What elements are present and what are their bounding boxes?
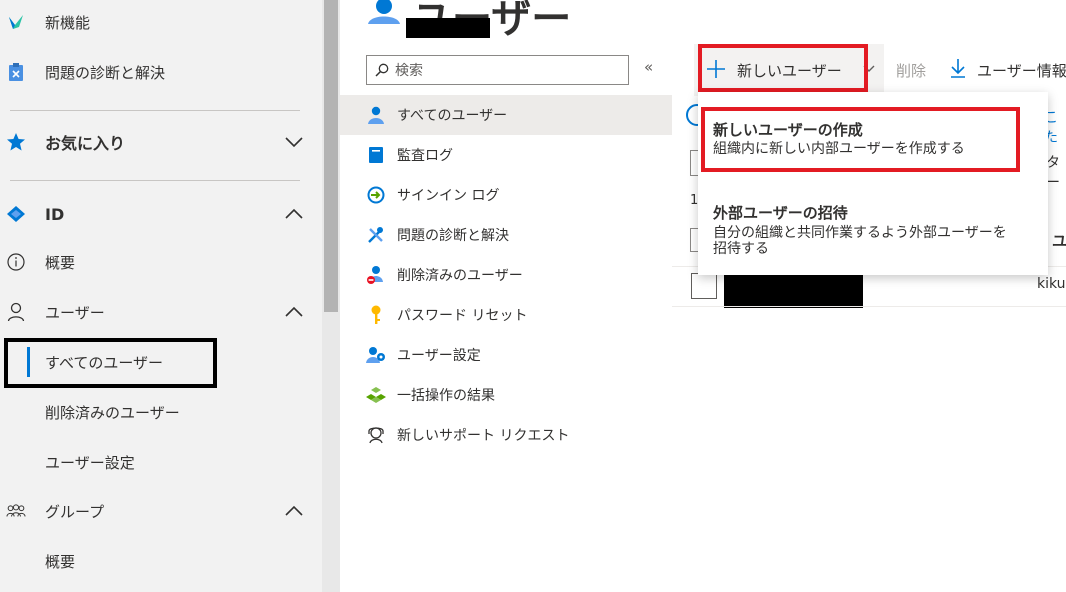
whats-new-icon [6,12,26,32]
nav-label-favorites: お気に入り [45,134,126,153]
scrollbar-thumb[interactable] [324,0,338,312]
nav-label-identity: ID [45,204,65,224]
invite-external-user-description-line1: 自分の組織と共同作業するよう外部ユーザーを [713,225,1007,241]
menu-item-diagnose[interactable]: 問題の診断と解決 [340,215,672,255]
column-header[interactable]: ユ [1052,230,1066,251]
nav-item-whats-new[interactable]: 新機能 [0,10,322,34]
group-icon [6,501,26,521]
nav-item-diagnose[interactable]: 問題の診断と解決 [0,60,322,84]
chevron-down-icon[interactable] [284,135,304,149]
key-icon [365,304,387,326]
invite-external-user-option[interactable]: 外部ユーザーの招待 [713,202,848,223]
person-icon [6,302,26,322]
user-icon [365,104,387,126]
chevron-up-icon[interactable] [284,207,304,221]
star-icon [6,132,26,152]
support-icon [365,424,387,446]
left-navigation: 新機能 問題の診断と解決 お気に入り ID 概要 ユーザー すべてのユーザー 削… [0,0,322,592]
nav-label-user-settings: ユーザー設定 [45,453,135,472]
menu-item-all-users[interactable]: すべてのユーザー [340,95,672,135]
menu-item-audit-log[interactable]: 監査ログ [340,135,672,175]
nav-label-users: ユーザー [45,303,105,322]
chevron-up-icon[interactable] [284,504,304,518]
search-placeholder: 検索 [395,63,423,79]
menu-label: 一括操作の結果 [397,388,495,404]
download-icon[interactable] [948,57,968,79]
nav-item-groups-overview[interactable]: 概要 [0,549,322,573]
download-users-button[interactable]: ユーザー情報 [977,60,1066,81]
annotation-red-box [701,107,1020,172]
annotation-red-box [698,44,868,92]
nav-label-groups: グループ [45,502,105,521]
audit-log-icon [365,144,387,166]
menu-item-bulk-operations[interactable]: 一括操作の結果 [340,375,672,415]
nav-item-identity[interactable]: ID [0,201,322,227]
redacted-tenant-name [406,18,490,38]
menu-label: すべてのユーザー [397,108,508,124]
nav-divider [10,180,300,181]
bulk-operations-icon [365,384,387,406]
annotation-box [4,338,217,388]
menu-label: 問題の診断と解決 [397,228,509,244]
wrench-icon [365,224,387,246]
menu-label: ユーザー設定 [397,348,481,364]
nav-label-diagnose: 問題の診断と解決 [45,63,166,82]
delete-button[interactable]: 削除 [896,60,926,81]
nav-label-deleted-users: 削除済みのユーザー [45,403,180,422]
menu-item-new-support-request[interactable]: 新しいサポート リクエスト [340,415,672,455]
menu-item-deleted-users[interactable]: 削除済みのユーザー [340,255,672,295]
menu-item-signin-log[interactable]: サインイン ログ [340,175,672,215]
nav-item-favorites[interactable]: お気に入り [0,129,322,155]
deleted-user-icon [365,264,387,286]
nav-label-overview: 概要 [45,253,76,272]
users-title-icon [368,0,400,24]
row-checkbox[interactable] [691,273,717,299]
nav-divider [10,110,300,111]
menu-label: 新しいサポート リクエスト [397,428,570,444]
chevron-up-icon[interactable] [284,305,304,319]
nav-item-users[interactable]: ユーザー [0,300,322,324]
identity-icon [6,204,26,224]
search-icon [375,63,389,77]
nav-label-whats-new: 新機能 [45,13,91,32]
user-settings-icon [365,344,387,366]
nav-item-overview[interactable]: 概要 [0,250,322,274]
nav-label-groups-overview: 概要 [45,552,76,571]
row-email: kiku [1037,276,1066,292]
nav-item-user-settings[interactable]: ユーザー設定 [0,450,322,474]
info-icon [6,252,26,272]
collapse-menu-button[interactable]: « [644,58,653,76]
nav-scrollbar[interactable] [322,0,340,592]
signin-log-icon [365,184,387,206]
menu-label: 監査ログ [397,148,453,164]
menu-label: パスワード リセット [397,308,528,324]
invite-external-user-description-line2: 招待する [713,241,769,257]
diagnose-icon [6,62,26,82]
row-divider [672,306,1066,307]
filter-text[interactable]: ター [1046,152,1066,192]
redacted-user-name [724,274,863,308]
search-input[interactable]: 検索 [366,55,629,85]
menu-label: 削除済みのユーザー [397,268,523,284]
menu-item-user-settings[interactable]: ユーザー設定 [340,335,672,375]
nav-item-deleted-users[interactable]: 削除済みのユーザー [0,400,322,424]
nav-item-groups[interactable]: グループ [0,499,322,523]
menu-item-password-reset[interactable]: パスワード リセット [340,295,672,335]
menu-label: サインイン ログ [397,188,500,204]
